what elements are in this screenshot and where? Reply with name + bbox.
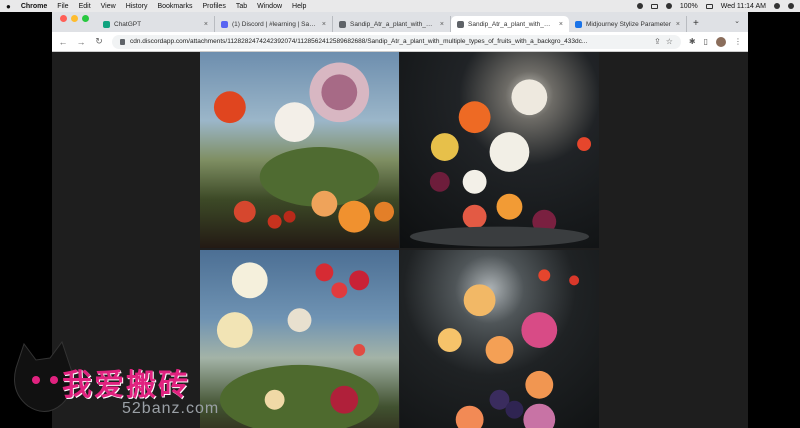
battery-percent: 100%: [679, 2, 698, 10]
watermark-overlay: 我爱搬砖 52banz.com: [0, 330, 260, 428]
back-arrow-icon[interactable]: ←: [58, 37, 68, 47]
app-menu-chrome[interactable]: Chrome: [21, 3, 47, 10]
fruit-plant-artwork-4: [437, 269, 580, 428]
bookmark-star-icon[interactable]: ☆: [666, 37, 673, 46]
close-tab-icon[interactable]: ×: [204, 21, 208, 28]
tab-strip: ChatGPT × (1) Discord | #learning | Sand…: [52, 12, 748, 32]
control-center-icon[interactable]: [788, 3, 794, 9]
tab-title: ChatGPT: [114, 20, 142, 28]
forward-arrow-icon[interactable]: →: [76, 37, 86, 47]
fruit-plant-artwork-2: [409, 79, 592, 247]
wifi-icon[interactable]: [665, 3, 672, 9]
siri-icon[interactable]: [774, 3, 780, 9]
minimize-window-button[interactable]: [71, 15, 78, 22]
battery-icon[interactable]: [705, 3, 713, 9]
close-tab-icon[interactable]: ×: [440, 21, 444, 28]
image-panel-top-left: [200, 52, 399, 248]
tab-title: (1) Discord | #learning | Sandip: [232, 20, 318, 28]
more-menu-icon[interactable]: ⋮: [734, 37, 742, 46]
menubar-clock[interactable]: Wed 11:14 AM: [721, 3, 766, 10]
image-panel-top-right: [400, 52, 599, 248]
tab-image-2-active[interactable]: Sandip_Atr_a_plant_with_multip ×: [451, 16, 569, 32]
tab-title: Midjourney Stylize Parameter: [586, 20, 671, 28]
tab-chatgpt[interactable]: ChatGPT ×: [97, 16, 215, 32]
menu-edit[interactable]: Edit: [79, 3, 91, 10]
apple-menu-icon[interactable]: ●: [6, 2, 11, 11]
address-url[interactable]: cdn.discordapp.com/attachments/112828247…: [130, 38, 649, 45]
fullscreen-window-button[interactable]: [82, 15, 89, 22]
lock-icon[interactable]: [120, 38, 125, 45]
menu-window[interactable]: Window: [257, 3, 282, 10]
menubar-status-area: 100% Wed 11:14 AM: [636, 2, 794, 10]
image-panel-bottom-right: [400, 250, 599, 428]
watermark-chinese-text: 我爱搬砖: [62, 368, 190, 403]
generated-image-grid[interactable]: [200, 52, 600, 428]
menu-profiles[interactable]: Profiles: [202, 3, 225, 10]
close-tab-icon[interactable]: ×: [559, 21, 563, 28]
tab-discord[interactable]: (1) Discord | #learning | Sandip ×: [215, 16, 333, 32]
discord-favicon-icon: [221, 20, 228, 28]
side-panel-icon[interactable]: ▯: [704, 37, 708, 46]
menu-help[interactable]: Help: [292, 3, 306, 10]
globe-favicon-icon: [457, 20, 464, 28]
close-tab-icon[interactable]: ×: [676, 21, 680, 28]
tab-search-chevron-icon[interactable]: ⌄: [734, 17, 740, 25]
screen-icon[interactable]: [650, 3, 658, 9]
record-icon[interactable]: [636, 3, 643, 9]
tab-title: Sandip_Atr_a_plant_with_multip: [468, 20, 555, 28]
address-bar[interactable]: cdn.discordapp.com/attachments/112828247…: [112, 34, 681, 49]
menu-history[interactable]: History: [126, 3, 148, 10]
extensions-puzzle-icon[interactable]: ✱: [689, 37, 696, 46]
watermark-domain-text: 52banz.com: [122, 400, 220, 417]
chatgpt-favicon-icon: [103, 20, 110, 28]
menu-tab[interactable]: Tab: [236, 3, 247, 10]
menu-view[interactable]: View: [101, 3, 116, 10]
window-controls: [56, 15, 97, 29]
menu-bookmarks[interactable]: Bookmarks: [157, 3, 192, 10]
reload-icon[interactable]: ↻: [94, 36, 104, 47]
macos-menubar: ● Chrome File Edit View History Bookmark…: [0, 0, 800, 12]
tab-image-1[interactable]: Sandip_Atr_a_plant_with_multip ×: [333, 16, 451, 32]
share-icon[interactable]: ⇪: [654, 37, 661, 46]
browser-window: ChatGPT × (1) Discord | #learning | Sand…: [52, 12, 748, 52]
close-tab-icon[interactable]: ×: [322, 21, 326, 28]
menu-file[interactable]: File: [57, 3, 68, 10]
midjourney-favicon-icon: [575, 20, 582, 28]
browser-toolbar: ← → ↻ cdn.discordapp.com/attachments/112…: [52, 32, 748, 52]
tab-midjourney-docs[interactable]: Midjourney Stylize Parameter ×: [569, 16, 687, 32]
new-tab-button[interactable]: +: [687, 18, 705, 32]
close-window-button[interactable]: [60, 15, 67, 22]
fruit-plant-artwork-1: [213, 62, 395, 233]
globe-favicon-icon: [339, 20, 346, 28]
profile-avatar[interactable]: [716, 36, 726, 47]
tab-title: Sandip_Atr_a_plant_with_multip: [350, 20, 436, 28]
